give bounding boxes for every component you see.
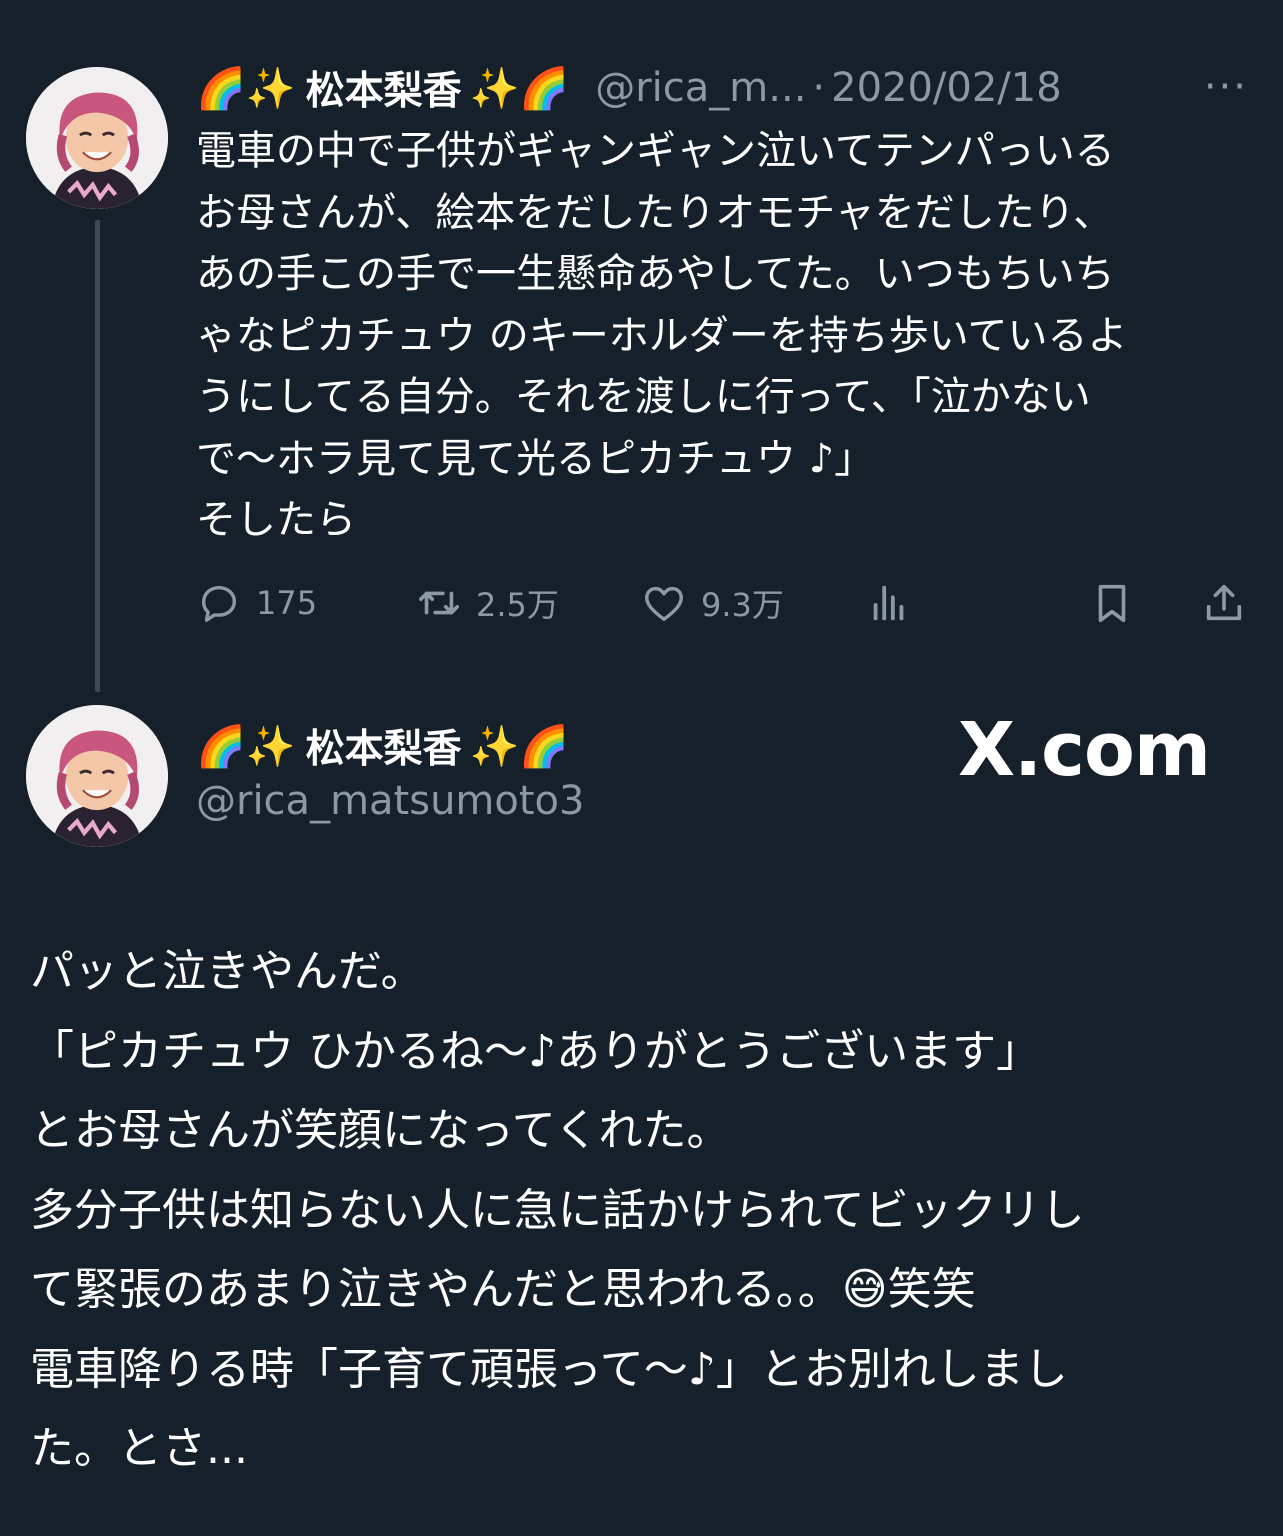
avatar-image (26, 705, 168, 847)
tweet1-header: 🌈✨ 松本梨香 ✨🌈 @rica_m... · 2020/02/18 ··· (196, 58, 1266, 118)
tweet-text: 電車の中で子供がギャンギャン泣いてテンパっいる お母さんが、絵本をだしたりオモチ… (196, 128, 1128, 543)
bookmark-button[interactable] (1089, 573, 1149, 633)
rainbow-sparkle-emoji: 🌈✨ (196, 723, 296, 770)
sparkle-rainbow-emoji: ✨🌈 (469, 65, 570, 112)
reply-button[interactable]: 175 (196, 573, 317, 633)
x-com-watermark: X.com (958, 707, 1211, 793)
thread-connector-line (95, 220, 100, 692)
views-button[interactable] (866, 573, 926, 633)
retweet-count: 2.5万 (476, 586, 559, 624)
retweet-button[interactable]: 2.5万 (416, 573, 559, 633)
tweet-actions: 175 2.5万 9.3万 (196, 573, 1256, 633)
avatar[interactable] (26, 705, 168, 847)
retweet-icon (418, 591, 460, 615)
tweet2-header: 🌈✨ 松本梨香 ✨🌈 (196, 716, 579, 776)
separator-dot: · (812, 65, 826, 111)
like-button[interactable]: 9.3万 (641, 573, 784, 633)
display-name[interactable]: 松本梨香 (306, 718, 462, 774)
display-name[interactable]: 松本梨香 (306, 60, 462, 116)
tweet-date[interactable]: 2020/02/18 (831, 65, 1062, 111)
more-options-icon[interactable]: ··· (1204, 67, 1248, 107)
reply-count: 175 (256, 584, 318, 622)
share-icon (1206, 584, 1242, 621)
views-icon (873, 585, 904, 621)
bookmark-icon (1098, 584, 1126, 623)
user-handle[interactable]: @rica_m... (595, 65, 806, 111)
reply-icon (201, 585, 237, 622)
rainbow-sparkle-emoji: 🌈✨ (196, 65, 296, 112)
user-handle[interactable]: @rica_matsumoto3 (196, 778, 584, 824)
like-icon (645, 586, 683, 622)
like-count: 9.3万 (701, 586, 784, 624)
tweet-text: パッと泣きやんだ。 「ピカチュウ ひかるね〜♪ありがとうございます」 とお母さん… (30, 946, 1085, 1474)
sparkle-rainbow-emoji: ✨🌈 (469, 723, 570, 770)
share-button[interactable] (1201, 573, 1261, 633)
avatar-image (26, 67, 168, 209)
avatar[interactable] (26, 67, 168, 209)
